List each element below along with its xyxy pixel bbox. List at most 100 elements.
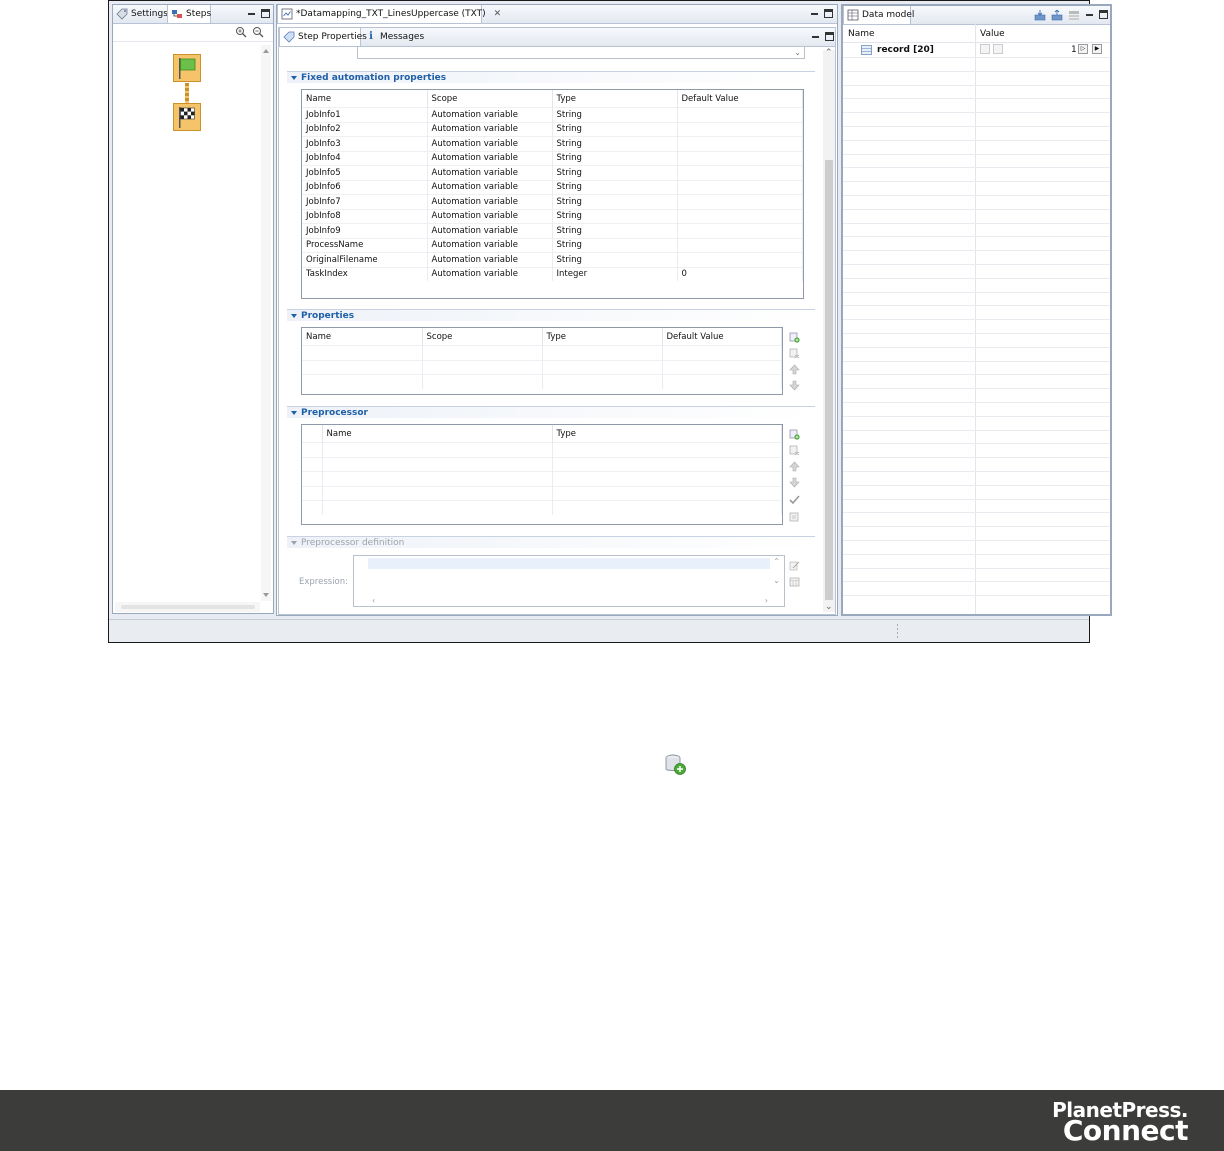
tab-settings[interactable]: Settings xyxy=(113,5,168,23)
column-header[interactable]: Type xyxy=(552,90,678,108)
collapse-triangle-icon[interactable] xyxy=(291,411,297,415)
previous-record-button[interactable] xyxy=(993,44,1003,54)
table-row[interactable] xyxy=(302,471,782,486)
maximize-icon[interactable] xyxy=(1099,10,1108,19)
column-header[interactable]: Scope xyxy=(422,328,543,346)
table-row[interactable] xyxy=(302,485,782,501)
move-down-icon[interactable] xyxy=(789,477,800,488)
table-row[interactable]: JobInfo6 Automation variable String xyxy=(302,179,803,195)
tab-messages[interactable]: i Messages xyxy=(362,28,424,46)
tab-steps[interactable]: Steps xyxy=(167,5,211,23)
column-header[interactable] xyxy=(302,425,323,443)
add-preprocessor-icon[interactable] xyxy=(789,429,800,440)
move-up-icon[interactable] xyxy=(789,461,800,472)
maximize-icon[interactable] xyxy=(825,32,834,41)
scroll-down-icon[interactable]: ⌄ xyxy=(773,576,780,585)
column-header[interactable]: Name xyxy=(302,328,423,346)
calendar-icon[interactable] xyxy=(789,576,800,587)
move-up-icon[interactable] xyxy=(789,364,800,375)
column-header[interactable]: Type xyxy=(552,425,782,443)
column-header-name[interactable]: Name xyxy=(848,29,875,39)
export-icon[interactable] xyxy=(789,511,800,522)
collapse-triangle-icon[interactable] xyxy=(291,76,297,80)
scroll-up-icon[interactable]: ⌃ xyxy=(773,557,780,566)
tab-step-properties[interactable]: Step Properties xyxy=(279,28,367,46)
add-property-icon[interactable] xyxy=(789,332,800,343)
column-header[interactable]: Type xyxy=(542,328,663,346)
table-row[interactable]: JobInfo4 Automation variable String xyxy=(302,150,803,166)
zoom-in-icon[interactable] xyxy=(235,26,247,38)
table-row[interactable] xyxy=(302,500,782,515)
scroll-up-icon[interactable] xyxy=(263,49,269,53)
table-row[interactable]: JobInfo2 Automation variable String xyxy=(302,121,803,137)
expression-editor[interactable]: ⌃ ⌄ ‹ › xyxy=(353,555,785,607)
column-header[interactable]: Name xyxy=(322,425,553,443)
import-data-icon[interactable] xyxy=(1034,10,1046,21)
end-step[interactable] xyxy=(173,103,201,131)
record-row[interactable]: record [20] 1 ▷ ▶ xyxy=(843,43,1110,57)
table-row[interactable]: ProcessName Automation variable String xyxy=(302,237,803,253)
close-icon[interactable]: ✕ xyxy=(494,9,502,19)
tab-datamapping-file[interactable]: *Datamapping_TXT_LinesUppercase (TXT) ✕ xyxy=(277,5,501,23)
table-row[interactable]: TaskIndex Automation variable Integer 0 xyxy=(302,266,803,281)
collapse-triangle-icon[interactable] xyxy=(291,541,297,545)
scroll-right-icon[interactable]: › xyxy=(765,596,768,605)
table-row[interactable]: JobInfo5 Automation variable String xyxy=(302,165,803,180)
table-row[interactable]: OriginalFilename Automation variable Strin… xyxy=(302,252,803,267)
table-row[interactable] xyxy=(302,442,782,457)
scroll-down-icon[interactable]: ⌄ xyxy=(825,602,833,612)
maximize-icon[interactable] xyxy=(261,9,270,18)
table-row[interactable]: JobInfo8 Automation variable String xyxy=(302,208,803,224)
preprocessor-definition-header[interactable]: Preprocessor definition xyxy=(287,536,815,548)
column-header[interactable]: Name xyxy=(302,90,428,108)
scroll-thumb[interactable] xyxy=(121,605,255,609)
table-row[interactable]: JobInfo1 Automation variable String xyxy=(302,107,803,122)
table-cell xyxy=(677,136,803,151)
collapse-triangle-icon[interactable] xyxy=(291,314,297,318)
steps-vertical-scrollbar[interactable] xyxy=(261,45,271,601)
scroll-up-icon[interactable]: ⌃ xyxy=(825,48,833,58)
minimize-icon[interactable] xyxy=(811,32,820,41)
delete-property-icon[interactable] xyxy=(789,348,800,359)
restore-icon[interactable] xyxy=(824,9,833,18)
preprocessor-header[interactable]: Preprocessor xyxy=(287,406,815,418)
zoom-out-icon[interactable] xyxy=(252,26,264,38)
table-row[interactable]: JobInfo3 Automation variable String xyxy=(302,136,803,151)
chevron-down-icon[interactable]: ⌄ xyxy=(794,48,801,57)
column-header[interactable]: Default Value xyxy=(677,90,803,108)
start-step[interactable] xyxy=(173,54,201,82)
properties-header[interactable]: Properties xyxy=(287,309,815,321)
table-row[interactable]: JobInfo7 Automation variable String xyxy=(302,194,803,209)
edit-expression-icon[interactable] xyxy=(789,560,800,571)
first-record-button[interactable] xyxy=(980,44,990,54)
table-row[interactable] xyxy=(302,345,782,360)
cut-off-dropdown[interactable]: ⌄ xyxy=(357,46,805,59)
properties-table[interactable]: Name Scope Type Default Value xyxy=(301,327,783,395)
move-down-icon[interactable] xyxy=(789,380,800,391)
table-row[interactable]: JobInfo9 Automation variable String xyxy=(302,223,803,238)
scroll-left-icon[interactable]: ‹ xyxy=(372,596,375,605)
delete-preprocessor-icon[interactable] xyxy=(789,445,800,456)
minimize-icon[interactable] xyxy=(1085,10,1094,19)
next-record-button[interactable]: ▷ xyxy=(1078,44,1088,54)
fixed-automation-header[interactable]: Fixed automation properties xyxy=(287,71,815,83)
steps-horizontal-scrollbar[interactable] xyxy=(115,602,260,612)
table-row[interactable] xyxy=(302,456,782,472)
column-header[interactable]: Scope xyxy=(427,90,553,108)
table-row[interactable] xyxy=(302,374,782,389)
minimize-icon[interactable] xyxy=(810,9,819,18)
column-header-value[interactable]: Value xyxy=(980,29,1005,39)
scroll-thumb[interactable] xyxy=(825,160,833,600)
record-index[interactable]: 1 xyxy=(1071,45,1077,55)
properties-vertical-scrollbar[interactable]: ⌃ ⌄ xyxy=(823,48,835,612)
table-row[interactable] xyxy=(302,359,782,375)
column-header[interactable]: Default Value xyxy=(662,328,782,346)
minimize-icon[interactable] xyxy=(247,9,256,18)
collapse-all-icon[interactable] xyxy=(1068,10,1080,21)
tab-data-model[interactable]: Data model xyxy=(843,6,914,24)
scroll-down-icon[interactable] xyxy=(263,593,269,597)
export-data-icon[interactable] xyxy=(1051,10,1063,21)
last-record-button[interactable]: ▶ xyxy=(1092,44,1102,54)
checkmark-icon[interactable] xyxy=(789,494,800,505)
preprocessor-table[interactable]: Name Type xyxy=(301,424,783,525)
